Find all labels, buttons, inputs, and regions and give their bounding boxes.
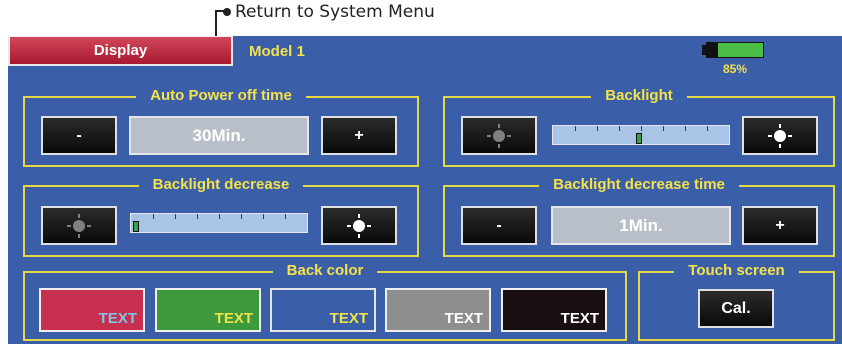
slider-tick [575, 126, 576, 131]
sun-ray [498, 143, 500, 148]
sun-ray [507, 134, 511, 137]
backlight-decrease-time-value: 1Min. [551, 206, 731, 245]
slider-tick [663, 126, 664, 131]
slider-tick [685, 126, 686, 131]
backlight-decrease-dim-button[interactable] [41, 206, 117, 245]
back-color-swatch-green[interactable]: TEXT [155, 288, 261, 332]
back-color-title: Back color [272, 262, 378, 279]
sun-ray [788, 134, 792, 137]
sun-ray [78, 213, 80, 218]
sun-ray [358, 213, 360, 218]
sun-ray [487, 134, 491, 137]
slider-tick [619, 126, 620, 131]
touch-screen-cal-button[interactable]: Cal. [698, 289, 774, 328]
backlight-bright-button[interactable] [742, 116, 818, 155]
backlight-dim-button[interactable] [461, 116, 537, 155]
display-button[interactable]: Display [8, 36, 233, 66]
slider-tick [641, 126, 642, 131]
sun-ray [347, 224, 351, 227]
sun-ray [779, 143, 781, 148]
backlight-decrease-slider[interactable] [130, 213, 308, 233]
sun-ray [358, 233, 360, 238]
slider-tick [153, 214, 154, 219]
battery-percent: 85% [722, 62, 748, 76]
backlight-decrease-time-title: Backlight decrease time [539, 176, 739, 193]
back-color-swatch-black[interactable]: TEXT [501, 288, 607, 332]
model-name: Model 1 [249, 43, 305, 60]
back-color-swatch-gray[interactable]: TEXT [385, 288, 491, 332]
callout-dot [223, 8, 231, 16]
backlight-slider[interactable] [552, 125, 730, 145]
sun-ray [87, 224, 91, 227]
back-color-swatch-red[interactable]: TEXT [39, 288, 145, 332]
touch-screen-title: Touch screen [674, 262, 799, 279]
sun-ray [367, 224, 371, 227]
slider-tick [175, 214, 176, 219]
backlight-title: Backlight [591, 87, 687, 104]
sun-dim-icon [487, 123, 511, 148]
callout-label: Return to System Menu [235, 2, 435, 22]
auto-power-off-title: Auto Power off time [136, 87, 306, 104]
sun-ray [78, 233, 80, 238]
callout-line [215, 10, 224, 38]
slider-tick [707, 126, 708, 131]
slider-thumb[interactable] [636, 133, 642, 144]
sun-ray [67, 224, 71, 227]
slider-thumb[interactable] [133, 221, 139, 232]
battery-empty-segment [707, 43, 718, 57]
auto-power-off-plus-button[interactable]: + [321, 116, 397, 155]
sun-ray [779, 123, 781, 128]
sun-ray [498, 123, 500, 128]
slider-tick [241, 214, 242, 219]
backlight-decrease-time-minus-button[interactable]: - [461, 206, 537, 245]
sun-ray [768, 134, 772, 137]
back-color-swatch-blue[interactable]: TEXT [270, 288, 376, 332]
slider-tick [263, 214, 264, 219]
auto-power-off-minus-button[interactable]: - [41, 116, 117, 155]
backlight-decrease-time-plus-button[interactable]: + [742, 206, 818, 245]
slider-tick [285, 214, 286, 219]
backlight-decrease-bright-button[interactable] [321, 206, 397, 245]
sun-bright-icon [768, 123, 792, 148]
sun-dim-icon [67, 213, 91, 238]
backlight-decrease-title: Backlight decrease [138, 176, 304, 193]
sun-bright-icon [347, 213, 371, 238]
slider-tick [219, 214, 220, 219]
slider-tick [597, 126, 598, 131]
slider-tick [197, 214, 198, 219]
auto-power-off-value: 30Min. [129, 116, 309, 155]
